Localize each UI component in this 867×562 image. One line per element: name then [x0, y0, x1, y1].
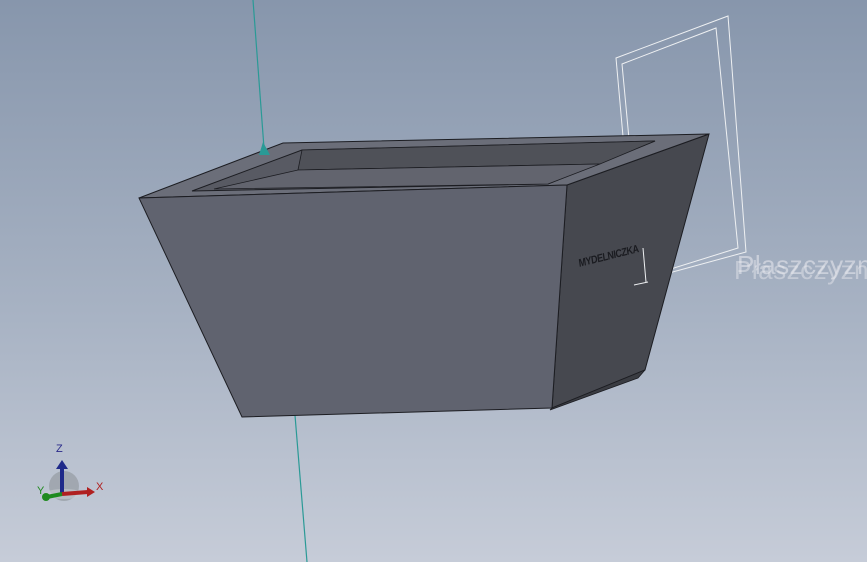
axis-line-top[interactable]	[252, 0, 265, 149]
axis-line-bottom[interactable]	[293, 402, 308, 562]
triad-x-arrow	[87, 487, 95, 497]
triad-x-axis	[61, 490, 89, 496]
part-front-face[interactable]	[138, 184, 568, 418]
orientation-triad[interactable]	[42, 460, 95, 501]
triad-x-label: X	[96, 481, 104, 493]
triad-y-label: Y	[37, 485, 45, 497]
triad-z-arrow	[56, 460, 68, 469]
triad-z-label: Z	[56, 443, 63, 455]
plane-label-shadow: Płaszczyzna	[734, 255, 867, 285]
